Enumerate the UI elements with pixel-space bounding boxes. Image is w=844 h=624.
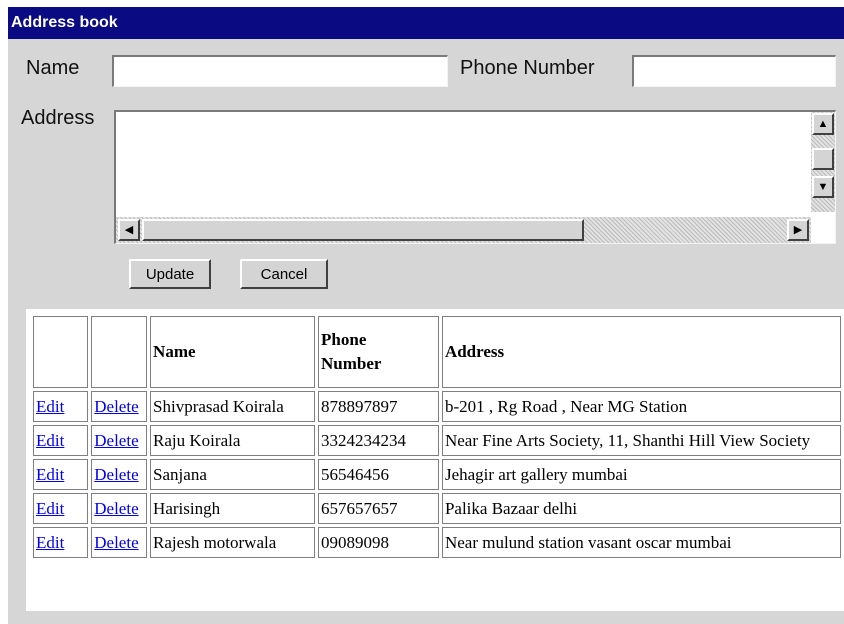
table-row: Edit Delete Rajesh motorwala 09089098 Ne…: [33, 527, 841, 558]
vertical-scroll-thumb[interactable]: [812, 148, 834, 170]
table-header-row: Name Phone Number Address: [33, 316, 841, 388]
row-address: Palika Bazaar delhi: [441, 493, 841, 524]
address-table: Name Phone Number Address Edit Delete Sh…: [30, 313, 844, 561]
header-delete-column: [91, 316, 148, 388]
name-input[interactable]: [112, 55, 448, 87]
delete-link[interactable]: Delete: [94, 499, 138, 518]
row-phone: 3324234234: [318, 425, 439, 456]
delete-link[interactable]: Delete: [94, 465, 138, 484]
row-name: Shivprasad Koirala: [150, 391, 316, 422]
header-name: Name: [150, 316, 316, 388]
table-row: Edit Delete Sanjana 56546456 Jehagir art…: [33, 459, 841, 490]
row-name: Harisingh: [150, 493, 316, 524]
cancel-button[interactable]: Cancel: [240, 259, 328, 289]
phone-number-label: Phone Number: [460, 57, 595, 79]
address-table-area: Name Phone Number Address Edit Delete Sh…: [26, 309, 844, 611]
table-row: Edit Delete Harisingh 657657657 Palika B…: [33, 493, 841, 524]
row-name: Rajesh motorwala: [150, 527, 316, 558]
table-row: Edit Delete Raju Koirala 3324234234 Near…: [33, 425, 841, 456]
row-name: Raju Koirala: [150, 425, 316, 456]
row-phone: 657657657: [318, 493, 439, 524]
row-phone: 878897897: [318, 391, 439, 422]
scroll-up-arrow-icon[interactable]: ▲: [812, 113, 834, 135]
address-book-window: Address book Name Phone Number Address ▲…: [8, 7, 844, 624]
horizontal-scroll-thumb[interactable]: [142, 219, 584, 241]
edit-link[interactable]: Edit: [36, 431, 64, 450]
address-horizontal-scrollbar[interactable]: ◀ ▶: [116, 217, 811, 243]
edit-link[interactable]: Edit: [36, 397, 64, 416]
edit-link[interactable]: Edit: [36, 465, 64, 484]
name-label: Name: [26, 57, 80, 79]
header-phone-number: Phone Number: [318, 316, 439, 388]
update-button[interactable]: Update: [129, 259, 211, 289]
phone-number-input[interactable]: [632, 55, 836, 87]
row-address: Near mulund station vasant oscar mumbai: [441, 527, 841, 558]
delete-link[interactable]: Delete: [94, 431, 138, 450]
delete-link[interactable]: Delete: [94, 397, 138, 416]
header-address: Address: [441, 316, 841, 388]
row-phone: 09089098: [318, 527, 439, 558]
delete-link[interactable]: Delete: [94, 533, 138, 552]
header-edit-column: [33, 316, 89, 388]
address-label: Address: [21, 107, 95, 129]
row-address: Jehagir art gallery mumbai: [441, 459, 841, 490]
scroll-down-arrow-icon[interactable]: ▼: [812, 176, 834, 198]
address-vertical-scrollbar[interactable]: ▲ ▼: [811, 112, 835, 212]
window-title: Address book: [8, 7, 844, 39]
row-address: b-201 , Rg Road , Near MG Station: [441, 391, 841, 422]
row-address: Near Fine Arts Society, 11, Shanthi Hill…: [441, 425, 841, 456]
scroll-right-arrow-icon[interactable]: ▶: [787, 219, 809, 241]
table-row: Edit Delete Shivprasad Koirala 878897897…: [33, 391, 841, 422]
row-phone: 56546456: [318, 459, 439, 490]
edit-link[interactable]: Edit: [36, 499, 64, 518]
address-textarea[interactable]: ▲ ▼ ◀ ▶: [114, 110, 836, 244]
row-name: Sanjana: [150, 459, 316, 490]
scroll-left-arrow-icon[interactable]: ◀: [118, 219, 140, 241]
edit-link[interactable]: Edit: [36, 533, 64, 552]
